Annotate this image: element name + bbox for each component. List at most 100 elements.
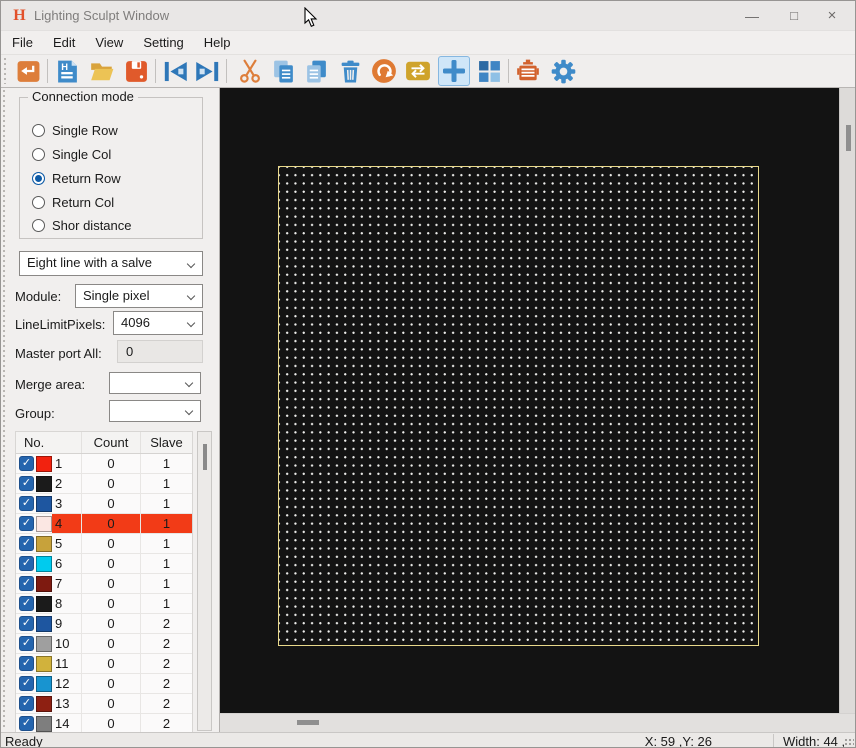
row-checkbox[interactable]: ✓	[19, 516, 34, 531]
table-row[interactable]: ✓ 11 0 2	[16, 654, 192, 674]
menu-item-edit[interactable]: Edit	[43, 33, 85, 53]
row-checkbox[interactable]: ✓	[19, 696, 34, 711]
row-checkbox[interactable]: ✓	[19, 616, 34, 631]
radio-icon[interactable]	[32, 218, 45, 232]
color-swatch[interactable]	[36, 475, 52, 492]
table-scrollbar[interactable]	[197, 431, 212, 731]
cell-count: 0	[81, 554, 140, 573]
sidebar-grip[interactable]	[2, 90, 6, 730]
resize-grip[interactable]	[844, 738, 854, 747]
new-h-file-button[interactable]: H	[53, 57, 81, 85]
minimize-button[interactable]: —	[735, 6, 769, 27]
color-swatch[interactable]	[36, 515, 52, 532]
skip-to-end-button[interactable]	[193, 57, 221, 85]
color-swatch[interactable]	[36, 635, 52, 652]
table-row[interactable]: ✓ 10 0 2	[16, 634, 192, 654]
row-checkbox[interactable]: ✓	[19, 656, 34, 671]
radio-option-single-col[interactable]: Single Col	[32, 146, 111, 162]
canvas-horizontal-scrollbar-thumb[interactable]	[297, 720, 319, 725]
copy-button[interactable]	[269, 57, 297, 85]
save-button[interactable]	[122, 57, 150, 85]
settings-button[interactable]	[549, 57, 577, 85]
column-header-slave[interactable]: Slave	[140, 432, 192, 453]
color-swatch[interactable]	[36, 535, 52, 552]
table-scrollbar-thumb[interactable]	[203, 444, 207, 470]
color-swatch[interactable]	[36, 655, 52, 672]
column-header-no[interactable]: No.	[16, 432, 81, 453]
menu-item-setting[interactable]: Setting	[133, 33, 193, 53]
row-checkbox[interactable]: ✓	[19, 716, 34, 731]
line-mode-select[interactable]: Eight line with a salve	[19, 251, 203, 276]
title-bar: H Lighting Sculpt Window — □ ×	[1, 1, 855, 31]
master-port-input[interactable]: 0	[117, 340, 203, 363]
row-checkbox[interactable]: ✓	[19, 596, 34, 611]
color-swatch[interactable]	[36, 675, 52, 692]
table-row[interactable]: ✓ 5 0 1	[16, 534, 192, 554]
delete-button[interactable]	[336, 57, 364, 85]
radio-option-shor-distance[interactable]: Shor distance	[32, 217, 132, 233]
canvas-vertical-scrollbar-thumb[interactable]	[846, 125, 851, 151]
radio-icon[interactable]	[32, 123, 45, 137]
menu-item-view[interactable]: View	[85, 33, 133, 53]
row-checkbox[interactable]: ✓	[19, 636, 34, 651]
table-row[interactable]: ✓ 1 0 1	[16, 454, 192, 474]
table-row[interactable]: ✓ 4 0 1	[16, 514, 192, 534]
blocks-button[interactable]	[475, 57, 503, 85]
menu-item-file[interactable]: File	[2, 33, 43, 53]
radio-icon[interactable]	[32, 147, 45, 161]
radio-icon[interactable]	[32, 195, 45, 209]
row-checkbox[interactable]: ✓	[19, 556, 34, 571]
radio-option-return-col[interactable]: Return Col	[32, 194, 114, 210]
color-swatch[interactable]	[36, 615, 52, 632]
skip-to-start-button[interactable]	[161, 57, 189, 85]
row-checkbox[interactable]: ✓	[19, 576, 34, 591]
color-swatch[interactable]	[36, 695, 52, 712]
row-checkbox[interactable]: ✓	[19, 476, 34, 491]
group-select[interactable]	[109, 400, 201, 422]
table-row[interactable]: ✓ 2 0 1	[16, 474, 192, 494]
reroute-button[interactable]	[370, 57, 398, 85]
table-row[interactable]: ✓ 8 0 1	[16, 594, 192, 614]
layout-canvas[interactable]	[220, 88, 839, 713]
canvas-vertical-scrollbar[interactable]	[839, 88, 855, 713]
table-row[interactable]: ✓ 14 0 2	[16, 714, 192, 732]
open-folder-button[interactable]	[88, 57, 116, 85]
import-box-button[interactable]	[14, 57, 42, 85]
cell-no: ✓ 3	[16, 494, 81, 513]
crosshair-plus-button[interactable]	[438, 56, 470, 86]
radio-option-return-row[interactable]: Return Row	[32, 170, 121, 186]
table-row[interactable]: ✓ 7 0 1	[16, 574, 192, 594]
column-header-count[interactable]: Count	[81, 432, 140, 453]
merge-area-select[interactable]	[109, 372, 201, 394]
row-checkbox[interactable]: ✓	[19, 536, 34, 551]
module-select[interactable]: Single pixel	[75, 284, 203, 308]
color-swatch[interactable]	[36, 555, 52, 572]
table-row[interactable]: ✓ 3 0 1	[16, 494, 192, 514]
swap-button[interactable]	[404, 57, 432, 85]
cut-button[interactable]	[236, 57, 264, 85]
table-row[interactable]: ✓ 9 0 2	[16, 614, 192, 634]
canvas-horizontal-scrollbar[interactable]	[220, 713, 855, 732]
radio-option-single-row[interactable]: Single Row	[32, 122, 118, 138]
color-swatch[interactable]	[36, 495, 52, 512]
line-limit-select[interactable]: 4096	[113, 311, 203, 335]
row-checkbox[interactable]: ✓	[19, 676, 34, 691]
color-swatch[interactable]	[36, 595, 52, 612]
maximize-button[interactable]: □	[777, 6, 811, 27]
table-row[interactable]: ✓ 6 0 1	[16, 554, 192, 574]
color-swatch[interactable]	[36, 455, 52, 472]
row-checkbox[interactable]: ✓	[19, 456, 34, 471]
toolbar-grip[interactable]	[3, 58, 8, 84]
color-swatch[interactable]	[36, 715, 52, 732]
cell-count: 0	[81, 674, 140, 693]
table-row[interactable]: ✓ 13 0 2	[16, 694, 192, 714]
close-button[interactable]: ×	[815, 6, 849, 27]
menu-item-help[interactable]: Help	[194, 33, 241, 53]
row-checkbox[interactable]: ✓	[19, 496, 34, 511]
color-swatch[interactable]	[36, 575, 52, 592]
device-config-button[interactable]	[514, 57, 542, 85]
paste-button[interactable]	[302, 57, 330, 85]
radio-selected-icon[interactable]	[32, 171, 45, 185]
table-row[interactable]: ✓ 12 0 2	[16, 674, 192, 694]
pixel-grid-area[interactable]	[278, 166, 759, 646]
